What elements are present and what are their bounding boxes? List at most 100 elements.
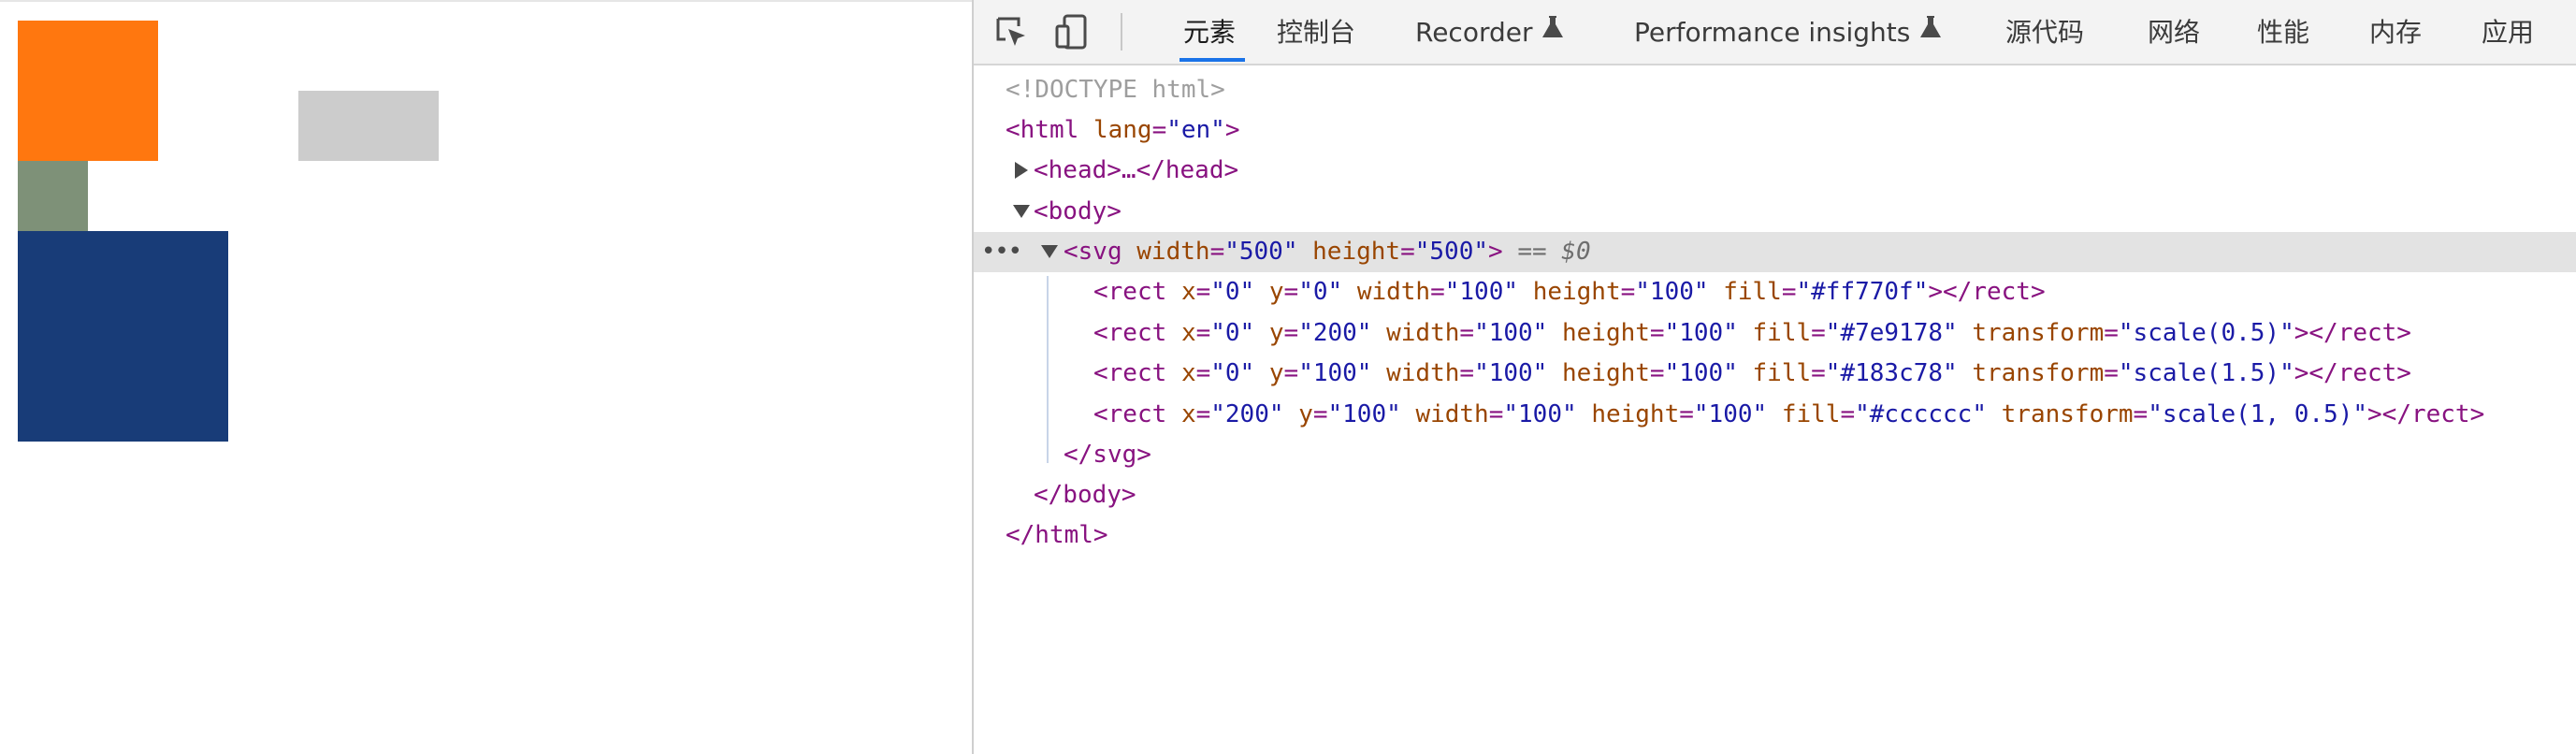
indent-guide [1047,276,1049,463]
rect-open-tag: <rect [1093,399,1167,428]
tab-application[interactable]: 应用 [2482,0,2534,64]
tree-line-svg[interactable]: ••• <svg width="500" height="500"> == $0 [974,232,2576,272]
attr-name: height [1562,318,1650,347]
active-tab-indicator [1179,58,1245,62]
attr-name: x [1180,318,1196,347]
tab-recorder[interactable]: Recorder [1415,0,1564,64]
tree-line-rect[interactable]: <rect x="0" y="0" width="100" height="10… [974,272,2576,312]
attr-name: width [1386,359,1460,387]
attr-value: "#ff770f" [1796,278,1929,306]
expand-arrow-icon[interactable] [1015,162,1028,179]
attr-eq: = [1283,278,1299,306]
attr-eq: = [1209,238,1225,266]
attr-value: "200" [1298,318,1372,347]
attr-value: "scale(0.5)" [2118,318,2294,347]
attr-value: "100" [1474,359,1548,387]
html-open-tag: <html [1006,116,1079,144]
tree-line-body-close[interactable]: </body> [974,475,2576,515]
tree-line-svg-close[interactable]: </svg> [974,435,2576,475]
attr-eq: = [1312,399,1328,428]
attr-name: width [1415,399,1489,428]
tab-elements[interactable]: 元素 [1183,0,1236,64]
page-viewport [0,0,972,754]
attr-name: width [1356,278,1431,306]
attr-value: "100" [1474,318,1548,347]
collapse-arrow-icon[interactable] [1013,205,1030,218]
attr-value: "100" [1664,318,1738,347]
attr-name: transform [2001,399,2134,428]
collapse-arrow-icon[interactable] [1041,245,1058,258]
tree-line-head[interactable]: <head>…</head> [974,151,2576,191]
attr-eq: = [1459,318,1475,347]
attr-value: "#cccccc" [1855,399,1987,428]
tree-line-html-close[interactable]: </html> [974,515,2576,556]
attr-eq: = [1620,278,1636,306]
attr-name: transform [1972,318,2105,347]
attr-eq: = [2133,399,2149,428]
rendered-rect-3 [298,91,439,161]
attr-eq: = [1400,238,1415,266]
body-close-tag: </body> [1034,481,1136,509]
rendered-rect-1 [18,161,88,231]
tab-memory[interactable]: 内存 [2369,0,2422,64]
attr-value: "scale(1.5)" [2118,359,2294,387]
rect-close-tag: ></rect> [1928,278,2046,306]
tab-performance[interactable]: 性能 [2257,0,2309,64]
attr-eq: = [1195,399,1211,428]
attr-eq: = [1430,278,1445,306]
flask-icon [1541,0,1564,64]
attr-value: "0" [1210,278,1255,306]
tree-line-rect[interactable]: <rect x="0" y="200" width="100" height="… [974,313,2576,354]
attr-eq: = [1679,399,1694,428]
more-dots-icon[interactable]: ••• [981,232,1022,272]
devtools-panel: 元素 控制台 Recorder Performance insights 源代码… [972,0,2576,754]
attr-value: "500" [1414,238,1489,266]
attr-value: "100" [1693,399,1768,428]
tab-performance-insights[interactable]: Performance insights [1634,0,1942,64]
tab-sources[interactable]: 源代码 [2005,0,2084,64]
attr-eq: = [1649,318,1665,347]
attr-name: transform [1972,359,2105,387]
selected-node-ref: == $0 [1517,238,1591,266]
attr-eq: = [1840,399,1856,428]
attr-name: y [1268,318,1284,347]
attr-eq: = [1459,359,1475,387]
rect-open-tag: <rect [1093,359,1167,387]
tab-console[interactable]: 控制台 [1277,0,1355,64]
tab-network[interactable]: 网络 [2148,0,2200,64]
rect-close-tag: ></rect> [2294,318,2411,347]
tree-line-html[interactable]: <html lang="en"> [974,110,2576,151]
attr-eq: = [2104,359,2119,387]
tree-line-rect[interactable]: <rect x="200" y="100" width="100" height… [974,395,2576,435]
rendered-svg [18,21,439,442]
attr-value: "100" [1444,278,1519,306]
attr-name: x [1180,359,1196,387]
device-toolbar-icon[interactable] [1053,13,1091,51]
head-tag: <head>…</head> [1034,156,1239,184]
attr-value: "500" [1224,238,1298,266]
tree-line-body[interactable]: <body> [974,192,2576,232]
attr-value: "100" [1503,399,1577,428]
attr-value: "100" [1327,399,1401,428]
inspect-element-icon[interactable] [992,13,1030,51]
attr-eq: = [1283,318,1299,347]
rect-close-tag: ></rect> [2294,359,2411,387]
attr-eq: = [1781,278,1797,306]
attr-name: fill [1752,318,1812,347]
attr-name: height [1591,399,1680,428]
attr-value: "100" [1635,278,1709,306]
attr-value: "#183c78" [1825,359,1958,387]
attr-name: fill [1723,278,1782,306]
attr-name: height [1532,278,1621,306]
attr-name: height [1562,359,1650,387]
attr-name: lang [1093,116,1152,144]
attr-value: "en" [1166,116,1225,144]
tree-line-doctype[interactable]: <!DOCTYPE html> [974,70,2576,110]
toolbar-separator [1121,13,1122,51]
html-close-tag: </html> [1006,521,1108,549]
attr-eq: = [1195,278,1211,306]
doctype-text: <!DOCTYPE html> [1006,76,1225,104]
flask-icon [1919,0,1942,64]
rect-close-tag: ></rect> [2367,399,2485,428]
tree-line-rect[interactable]: <rect x="0" y="100" width="100" height="… [974,354,2576,394]
